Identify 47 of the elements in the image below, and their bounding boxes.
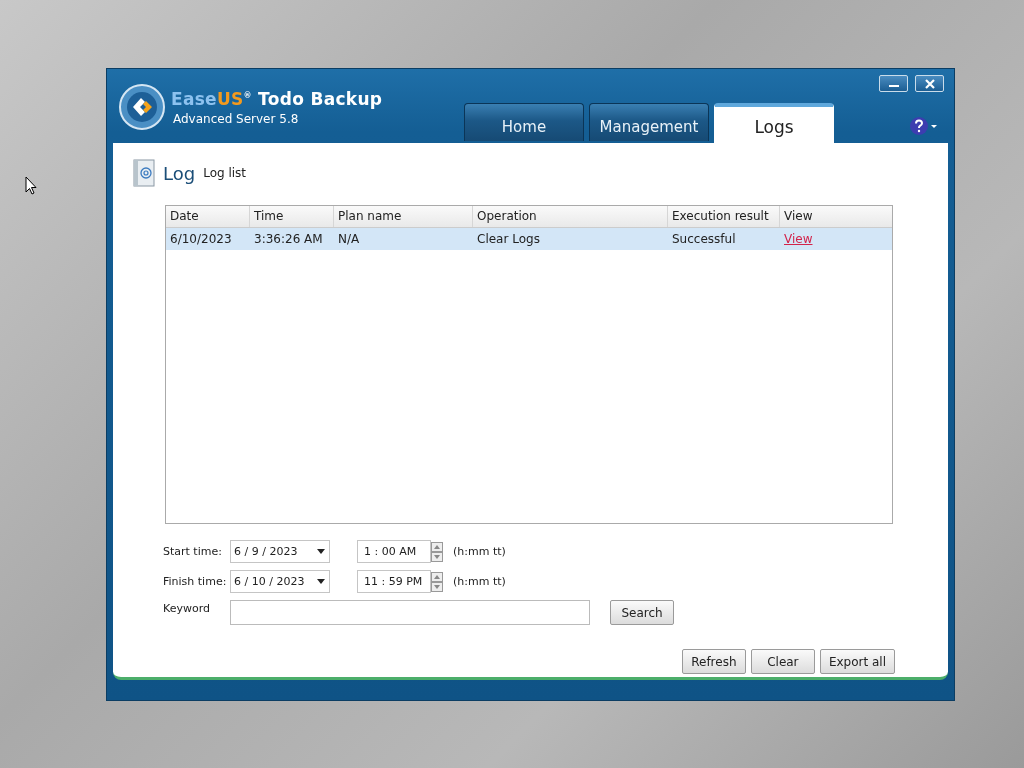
time-spinner[interactable] [431,540,445,563]
table-cell-text: 6/10/2023 [169,232,233,246]
time-spinner[interactable] [431,570,445,593]
time-format-hint: (h:mm tt) [453,575,506,588]
app-title: EaseUS$^{®}$ Todo Backup [171,88,383,109]
help-icon[interactable] [910,116,938,136]
column-header[interactable]: Date [166,206,250,227]
search-button[interactable]: Search [610,600,674,625]
edition-label: Advanced Server 5.8 [172,111,300,126]
finish-time-field[interactable]: 11 : 59 PM [357,570,431,593]
spinner-arrows-icon [431,541,443,562]
tab[interactable]: Management [589,103,709,141]
start-time-label: Start time: [163,545,223,558]
page-title: Log [163,162,196,184]
action-button[interactable]: Export all [819,649,895,674]
start-date-picker[interactable]: 6 / 9 / 2023 [230,540,330,563]
dropdown-arrow-icon [317,549,325,554]
keyword-label: Keyword [163,601,211,615]
table-cell-text: 3:36:26 AM [253,232,324,246]
column-header[interactable]: View [780,206,840,227]
close-icon [923,78,936,89]
keyword-field[interactable] [230,600,590,625]
minimize-button[interactable] [879,75,908,92]
action-button[interactable]: Clear [750,649,815,674]
start-time-field[interactable]: 1 : 00 AM [357,540,431,563]
logo-icon [119,84,165,130]
log-book-icon [131,158,157,188]
tab[interactable]: Home [464,103,584,141]
column-header[interactable]: Time [250,206,334,227]
page-subtitle: Log list [203,166,247,180]
tab[interactable]: Logs [714,103,834,143]
time-format-hint: (h:mm tt) [453,545,506,558]
column-header[interactable]: Operation [473,206,668,227]
column-header[interactable]: Plan name [334,206,473,227]
action-button[interactable]: Refresh [681,649,746,674]
view-link[interactable]: View [784,232,813,246]
close-button[interactable] [915,75,944,92]
column-header[interactable]: Execution result [668,206,780,227]
spinner-arrows-icon [431,571,443,592]
table-cell-text: N/A [337,232,361,246]
finish-date-picker[interactable]: 6 / 10 / 2023 [230,570,330,593]
table-row[interactable]: 6/10/2023 3:36:26 AM N/A Clear Logs Successful View [166,228,892,250]
finish-time-label: Finish time: [163,575,228,588]
dropdown-arrow-icon [317,579,325,584]
table-cell-text: Clear Logs [476,232,541,246]
table-cell-text: Successful [671,232,737,246]
mouse-pointer-icon [25,176,37,195]
